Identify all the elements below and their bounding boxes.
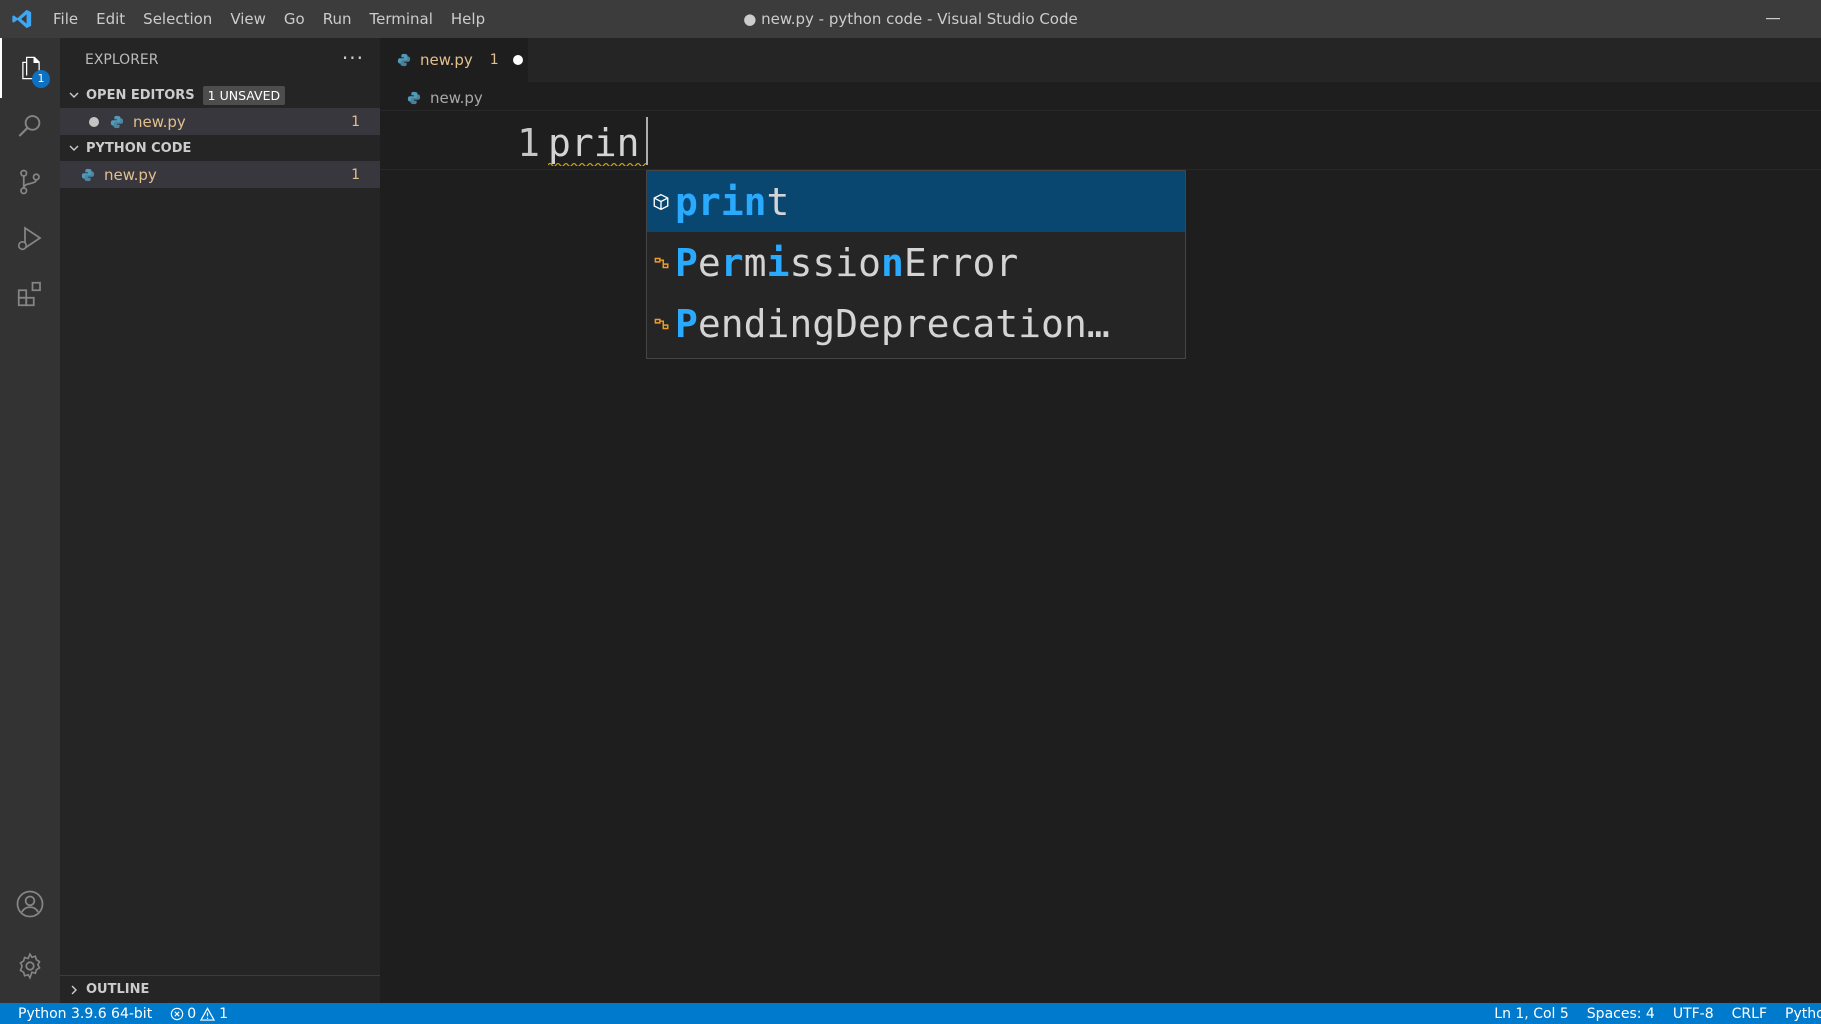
indentation[interactable]: Spaces: 4 [1578,1006,1664,1022]
vscode-logo-icon [0,0,44,38]
encoding[interactable]: UTF-8 [1664,1006,1723,1022]
problems-indicator[interactable]: 0 1 [161,1006,237,1022]
open-editors-section[interactable]: OPEN EDITORS 1 UNSAVED [60,82,380,108]
activity-accounts[interactable] [0,874,60,934]
explorer-sidebar: EXPLORER ··· OPEN EDITORS 1 UNSAVED new.… [60,38,380,1003]
chevron-down-icon [62,142,86,154]
line-number: 1 [517,121,540,165]
language-mode[interactable]: Python [1776,1006,1821,1022]
file-tree-problem-count: 1 [351,166,360,183]
menu-file[interactable]: File [44,0,87,38]
suggestion-rest: e [697,240,721,285]
activity-explorer[interactable]: 1 [0,38,60,98]
python-interpreter[interactable]: Python 3.9.6 64-bit [0,1006,161,1022]
menu-selection[interactable]: Selection [134,0,221,38]
menu-edit[interactable]: Edit [87,0,134,38]
run-debug-icon [17,226,42,251]
menu-view[interactable]: View [221,0,275,38]
activity-bar: 1 [0,38,60,1003]
open-editors-label: OPEN EDITORS [86,87,195,103]
menu-run[interactable]: Run [314,0,361,38]
suggestion-item[interactable]: prin t [647,171,1185,232]
code-text[interactable]: prin [548,121,640,165]
title-bar: File Edit Selection View Go Run Terminal… [0,0,1821,38]
activity-run-debug[interactable] [0,208,60,268]
file-tree-item[interactable]: new.py 1 [60,161,380,188]
suggestion-rest: ssio [789,240,881,285]
class-icon [647,254,675,272]
extensions-icon [17,281,41,307]
suggestion-match: i [766,240,790,285]
menu-go[interactable]: Go [275,0,314,38]
suggestion-rest: endingDeprecation… [697,301,1110,346]
folder-label: PYTHON CODE [86,140,192,156]
activity-extensions[interactable] [0,264,60,324]
minimize-button[interactable] [1755,0,1791,38]
more-actions-button[interactable]: ··· [342,46,364,70]
error-count: 0 [187,1005,197,1022]
error-icon [170,1007,184,1020]
suggestion-match: P [675,240,698,285]
warning-squiggle [548,162,646,166]
open-editor-filename: new.py [133,112,186,131]
end-of-line[interactable]: CRLF [1723,1006,1776,1022]
open-editor-item[interactable]: new.py 1 [60,108,380,135]
activity-source-control[interactable] [0,152,60,212]
activity-manage[interactable] [0,936,60,996]
tab-label: new.py [420,51,473,69]
file-tree-filename: new.py [104,165,157,184]
dirty-indicator [60,116,99,127]
suggest-widget: prin t Pe r m i ssio n Error PendingDeprecation… [646,170,1186,359]
search-icon [18,115,41,137]
tab-new-py[interactable]: new.py 1 [380,38,528,82]
status-bar: Python 3.9.6 64-bit 0 1 Ln 1, Col 5 Spac… [0,1003,1821,1024]
explorer-badge: 1 [32,70,50,88]
code-line-1[interactable]: 1 prin [380,110,1821,170]
activity-search[interactable] [0,96,60,156]
suggestion-rest: Error [903,240,1019,285]
suggestion-rest: m [743,240,767,285]
suggestion-match: r [720,240,744,285]
warning-icon [200,1006,216,1021]
source-control-icon [20,169,40,195]
unsaved-badge: 1 UNSAVED [202,85,286,105]
tab-problem-count: 1 [489,52,499,68]
sidebar-title: EXPLORER [85,52,159,68]
warning-count: 1 [219,1005,229,1022]
breadcrumb-file[interactable]: new.py [430,89,483,107]
suggestion-match: P [675,301,698,346]
suggestion-match: prin [675,179,767,224]
python-file-icon [109,114,125,130]
suggestion-match: n [880,240,904,285]
menu-bar: File Edit Selection View Go Run Terminal… [44,0,494,38]
unsaved-dot-icon[interactable] [512,55,523,65]
suggestion-rest: t [766,179,790,224]
minimize-icon [1766,18,1780,20]
tab-bar: new.py 1 [380,38,1821,82]
open-editor-problem-count: 1 [351,113,360,130]
outline-section[interactable]: OUTLINE [60,975,380,1003]
chevron-down-icon [62,89,86,101]
python-file-icon [80,167,96,183]
folder-section[interactable]: PYTHON CODE [60,135,380,161]
sidebar-header: EXPLORER ··· [60,38,380,82]
menu-terminal[interactable]: Terminal [361,0,442,38]
chevron-right-icon [62,984,86,996]
suggestion-item[interactable]: PendingDeprecation… [647,293,1185,354]
cursor-position[interactable]: Ln 1, Col 5 [1485,1006,1578,1022]
suggestion-item[interactable]: Pe r m i ssio n Error [647,232,1185,293]
account-icon [16,890,44,918]
outline-label: OUTLINE [86,982,150,997]
python-file-icon [406,90,422,106]
gear-icon [19,952,41,980]
python-file-icon [396,52,412,68]
method-icon [647,193,675,211]
text-cursor [646,117,648,165]
class-icon [647,315,675,333]
menu-help[interactable]: Help [442,0,494,38]
